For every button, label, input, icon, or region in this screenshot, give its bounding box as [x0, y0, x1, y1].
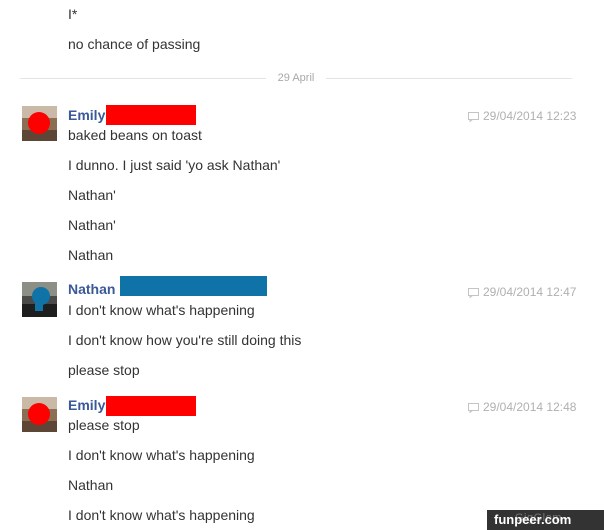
speech-bubble-icon: [468, 112, 479, 122]
author-name[interactable]: Emily: [68, 397, 105, 413]
avatar-emily-icon: [22, 106, 57, 141]
watermark-text: funpeer.com: [494, 512, 572, 527]
day-divider-label: 29 April: [266, 71, 326, 85]
message-line: baked beans on toast: [68, 127, 202, 143]
message-line: Nathan: [68, 477, 114, 493]
message-timestamp: 29/04/2014 12:48: [468, 399, 584, 415]
author-name[interactable]: Emily: [68, 107, 105, 123]
message-line: no chance of passing: [68, 36, 201, 52]
avatar[interactable]: [22, 282, 57, 317]
message-line: I don't know what's happening: [68, 447, 255, 463]
speech-bubble-icon: [468, 403, 479, 413]
message-timestamp: 29/04/2014 12:47: [468, 284, 584, 300]
redaction-box: [106, 396, 196, 416]
message-timestamp: 29/04/2014 12:23: [468, 108, 584, 124]
message-line: I*: [68, 6, 78, 22]
message-line: Nathan: [68, 247, 114, 263]
watermark: GigGlom funpeer.com: [487, 510, 604, 530]
message-line: please stop: [68, 362, 140, 378]
avatar-emily-icon: [22, 397, 57, 432]
speech-bubble-icon: [468, 288, 479, 298]
message-line: Nathan': [68, 187, 116, 203]
redaction-box: [106, 105, 196, 125]
avatar-nathan-icon: [22, 282, 57, 317]
message-line: I dunno. I just said 'yo ask Nathan': [68, 157, 281, 173]
avatar[interactable]: [22, 106, 57, 141]
avatar[interactable]: [22, 397, 57, 432]
message-line: I don't know how you're still doing this: [68, 332, 302, 348]
message-line: please stop: [68, 417, 140, 433]
message-line: I don't know what's happening: [68, 507, 255, 523]
redaction-box: [120, 276, 267, 296]
message-line: I don't know what's happening: [68, 302, 255, 318]
message-line: Nathan': [68, 217, 116, 233]
author-name[interactable]: Nathan: [68, 281, 115, 297]
